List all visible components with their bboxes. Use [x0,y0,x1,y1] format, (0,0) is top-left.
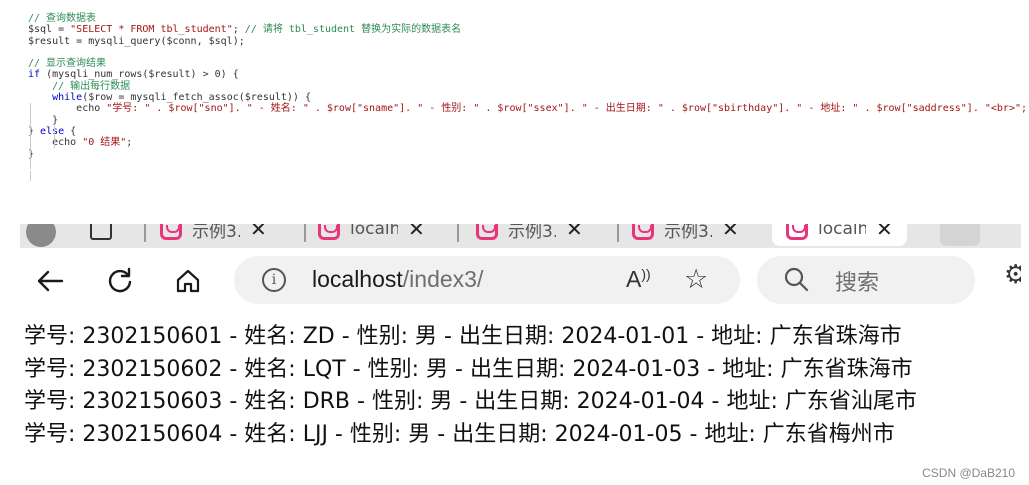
tab-actions-icon [90,224,112,240]
indent-guide [30,171,31,181]
code-text: ($row = mysqli_fetch_assoc($result)) { [82,92,311,104]
code-line: // 输出每行数据 [28,81,1029,92]
tab-separator [617,224,619,242]
tab-5-active[interactable]: localh ✕ [772,224,907,246]
tab-title: 示例3. [508,224,556,242]
code-keyword: while [52,92,83,104]
tab-title: localh [818,224,866,239]
workspaces-icon[interactable] [90,224,112,246]
read-aloud-label: A [626,266,642,292]
tab-1[interactable]: 示例3. ✕ [160,224,267,246]
tab-3[interactable]: 示例3. ✕ [476,224,583,246]
tab-separator [304,224,306,242]
result-row: 学号: 2302150602 - 姓名: LQT - 性别: 男 - 出生日期:… [24,356,913,382]
code-line: $result = mysqli_query($conn, $sql); [28,36,1029,47]
tab-title: 示例3. [192,224,240,242]
profile-avatar[interactable] [26,224,56,247]
code-text: } [28,148,35,160]
search-icon [784,267,809,292]
code-line: echo "学号: " . $row["sno"]. " - 姓名: " . $… [28,103,1029,114]
code-comment: // 查询数据表 [28,13,97,24]
home-button[interactable] [170,263,206,299]
watermark: CSDN @DaB210 [922,466,1015,480]
tab-title: localh [350,224,398,239]
address-bar[interactable]: i localhost/index3/ A)) ☆ [234,256,740,304]
url-host: localhost [312,266,403,292]
tab-close-icon[interactable]: ✕ [722,224,739,241]
code-text: { [64,125,77,137]
code-snippet: // 查询数据表 $sql = "SELECT * FROM tbl_stude… [0,0,1029,224]
tab-close-icon[interactable]: ✕ [876,224,893,241]
code-text: echo [52,137,83,149]
code-line: $sql = "SELECT * FROM tbl_student"; // 请… [28,24,1029,35]
code-line: if (mysqli_num_rows($result) > 0) { [28,69,1029,80]
home-icon [176,269,200,293]
code-text: $sql = [28,24,71,36]
back-button[interactable] [32,263,68,299]
extensions-icon[interactable]: ⚙ [1004,260,1021,290]
code-line: } [28,115,1029,126]
code-comment: // 显示查询结果 [28,58,107,70]
tab-strip: 示例3. ✕ localh ✕ 示例3. ✕ 示例3. ✕ localh ✕ [20,224,1021,248]
code-string: "SELECT * FROM tbl_student" [70,24,233,36]
code-line: while($row = mysqli_fetch_assoc($result)… [28,92,1029,103]
code-text: ; [126,137,133,149]
tab-4[interactable]: 示例3. ✕ [632,224,739,246]
tab-2[interactable]: localh ✕ [318,224,425,246]
code-text: echo [76,103,107,115]
tab-close-icon[interactable]: ✕ [250,224,267,241]
code-line: } [28,149,1029,160]
refresh-button[interactable] [102,263,138,299]
code-keyword: else [40,125,65,137]
tab-favicon-icon [476,224,498,240]
search-box[interactable]: 搜索 [757,256,975,304]
browser-window: 示例3. ✕ localh ✕ 示例3. ✕ 示例3. ✕ localh ✕ i… [20,224,1021,461]
code-text: $result = mysqli_query($conn, $sql); [28,35,245,47]
tab-title: 示例3. [664,224,712,242]
site-info-icon[interactable]: i [262,268,286,292]
tab-close-icon[interactable]: ✕ [566,224,583,241]
refresh-icon [108,267,132,293]
result-row: 学号: 2302150604 - 姓名: LJJ - 性别: 男 - 出生日期:… [24,421,895,447]
code-line: echo "0 结果"; [28,137,1029,148]
tab-favicon-icon [632,224,654,240]
new-tab-button[interactable] [940,224,980,246]
tab-favicon-icon [318,224,340,240]
search-placeholder: 搜索 [835,271,880,296]
code-string: "0 结果" [82,137,127,149]
browser-toolbar: i localhost/index3/ A)) ☆ 搜索 ⚙ [20,248,1021,314]
favorite-star-icon[interactable]: ☆ [684,264,708,295]
read-aloud-waves: )) [641,266,651,282]
code-line: } else { [28,126,1029,137]
code-string: "学号: " . $row["sno"]. " - 姓名: " . $row["… [106,103,1028,115]
read-aloud-icon[interactable]: A)) [626,266,651,293]
tab-separator [144,224,146,242]
tab-favicon-icon [160,224,182,240]
code-line: // 查询数据表 [28,13,1029,24]
code-text: } [52,114,59,126]
url-path: /index3/ [402,266,484,292]
result-row: 学号: 2302150601 - 姓名: ZD - 性别: 男 - 出生日期: … [24,324,902,349]
back-arrow-icon [37,270,64,292]
result-row: 学号: 2302150603 - 姓名: DRB - 性别: 男 - 出生日期:… [24,389,917,414]
code-comment: // 请将 tbl_student 替换为实际的数据表名 [244,24,462,36]
tab-separator [457,224,459,242]
url-text[interactable]: localhost/index3/ [312,266,483,293]
tab-favicon-icon [786,224,808,240]
avatar [26,224,56,247]
right-edge [1021,224,1029,461]
indent-guide [30,103,31,169]
code-keyword: if [28,69,41,81]
code-text: ; [232,24,245,36]
tab-close-icon[interactable]: ✕ [408,224,425,241]
code-line: // 显示查询结果 [28,58,1029,69]
indent-guide [54,126,55,148]
code-text: (mysqli_num_rows($result) > 0) { [40,69,239,81]
page-content: 学号: 2302150601 - 姓名: ZD - 性别: 男 - 出生日期: … [24,321,1021,451]
new-tab-icon [940,224,980,246]
code-comment: // 输出每行数据 [52,80,131,92]
